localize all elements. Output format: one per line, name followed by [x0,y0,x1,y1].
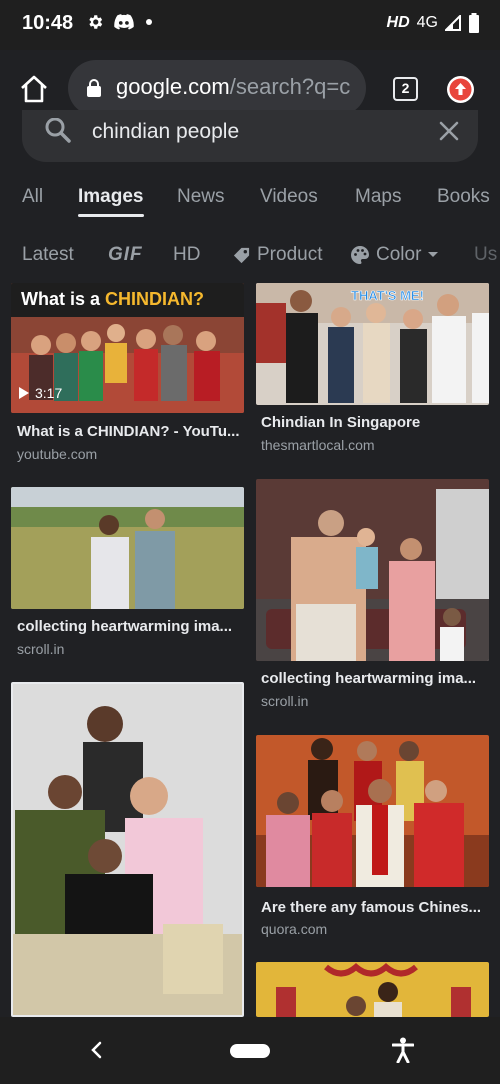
home-gesture-pill[interactable] [230,1044,270,1058]
back-icon[interactable] [88,1039,104,1061]
search-tabs: All Images News Videos Maps Books [0,178,500,222]
result-source-1[interactable]: youtube.com [17,446,97,462]
result-image-3[interactable] [11,487,244,609]
result-source-3[interactable]: scroll.in [17,641,64,657]
family-studio-photo [256,735,489,887]
result-image-1[interactable]: What is a CHINDIAN? 3:17 [11,283,244,413]
caret-down-icon [428,252,439,257]
filter-product-label: Product [257,244,323,265]
tab-books[interactable]: Books [437,186,490,208]
filter-latest[interactable]: Latest [22,244,74,266]
play-icon [19,387,29,399]
result-title-1[interactable]: What is a CHINDIAN? - YouTu... [17,423,242,440]
result-image-5[interactable] [11,682,244,1017]
result-source-4[interactable]: scroll.in [261,693,308,709]
update-arrow-icon [449,78,472,101]
status-indicators: HD 4G [387,13,480,33]
home-icon[interactable] [18,73,50,105]
filter-hd-label: HD [173,244,201,265]
result-image-2[interactable]: THAT'S ME! [256,283,489,405]
status-time: 10:48 [22,12,74,34]
active-tab-indicator [78,214,144,217]
filter-color-label: Color [376,244,422,265]
discord-icon [114,14,134,30]
group-photo: THAT'S ME! [256,283,489,405]
tab-switcher-button[interactable]: 2 [393,77,418,101]
filter-product[interactable]: Product [232,244,322,266]
gear-icon [89,15,103,29]
filter-usage-label: Us [474,244,498,265]
video-duration: 3:17 [19,385,62,401]
search-box[interactable]: chindian people [22,110,478,162]
family-photo [256,479,489,661]
tab-all[interactable]: All [22,186,43,208]
system-navigation-bar [0,1017,500,1084]
overlay-thats-me: THAT'S ME! [351,288,424,303]
tag-icon [233,247,250,263]
filter-usage[interactable]: Us [474,244,497,266]
tab-news[interactable]: News [177,186,225,208]
result-source-6[interactable]: quora.com [261,921,327,937]
search-query[interactable]: chindian people [92,120,239,144]
filter-gif[interactable]: GIF [108,244,143,266]
filter-latest-label: Latest [22,244,74,265]
result-image-6[interactable] [256,735,489,887]
network-type: 4G [416,14,438,31]
tab-images[interactable]: Images [78,186,143,208]
clear-icon[interactable] [438,120,460,142]
status-notification-icons [86,13,154,31]
update-button[interactable] [447,76,474,103]
result-title-2[interactable]: Chindian In Singapore [261,414,486,431]
result-source-2[interactable]: thesmartlocal.com [261,437,375,453]
filter-color[interactable]: Color [350,244,439,266]
couple-field-photo [11,487,244,609]
result-image-4[interactable] [256,479,489,661]
result-image-7[interactable] [256,962,489,1017]
address-bar[interactable]: google.com/search?q=c [68,60,366,116]
tab-videos[interactable]: Videos [260,186,318,208]
result-title-3[interactable]: collecting heartwarming ima... [17,618,242,635]
lock-icon[interactable] [86,79,102,97]
filter-hd[interactable]: HD [173,244,200,266]
hd-voice-indicator: HD [386,14,410,31]
svg-text:What is a CHINDIAN?: What is a CHINDIAN? [21,289,204,309]
dot-icon [146,19,152,25]
battery-icon [469,13,479,33]
filter-gif-label: GIF [108,244,143,265]
video-duration-text: 3:17 [35,385,63,401]
result-title-4[interactable]: collecting heartwarming ima... [261,670,486,687]
image-filters: Latest GIF HD Product Color Us [0,236,500,276]
wedding-photo [256,962,489,1017]
palette-icon [351,246,369,264]
tab-maps[interactable]: Maps [355,186,401,208]
signal-icon [445,15,461,31]
url-host: google.com [116,74,230,99]
accessibility-icon[interactable] [392,1037,414,1063]
search-icon[interactable] [44,118,72,146]
family-portrait-photo [13,684,242,1015]
url-text[interactable]: google.com/search?q=c [116,74,350,100]
result-title-6[interactable]: Are there any famous Chines... [261,899,486,916]
status-bar: 10:48 HD 4G [0,0,500,50]
url-path: /search?q=c [229,74,351,99]
